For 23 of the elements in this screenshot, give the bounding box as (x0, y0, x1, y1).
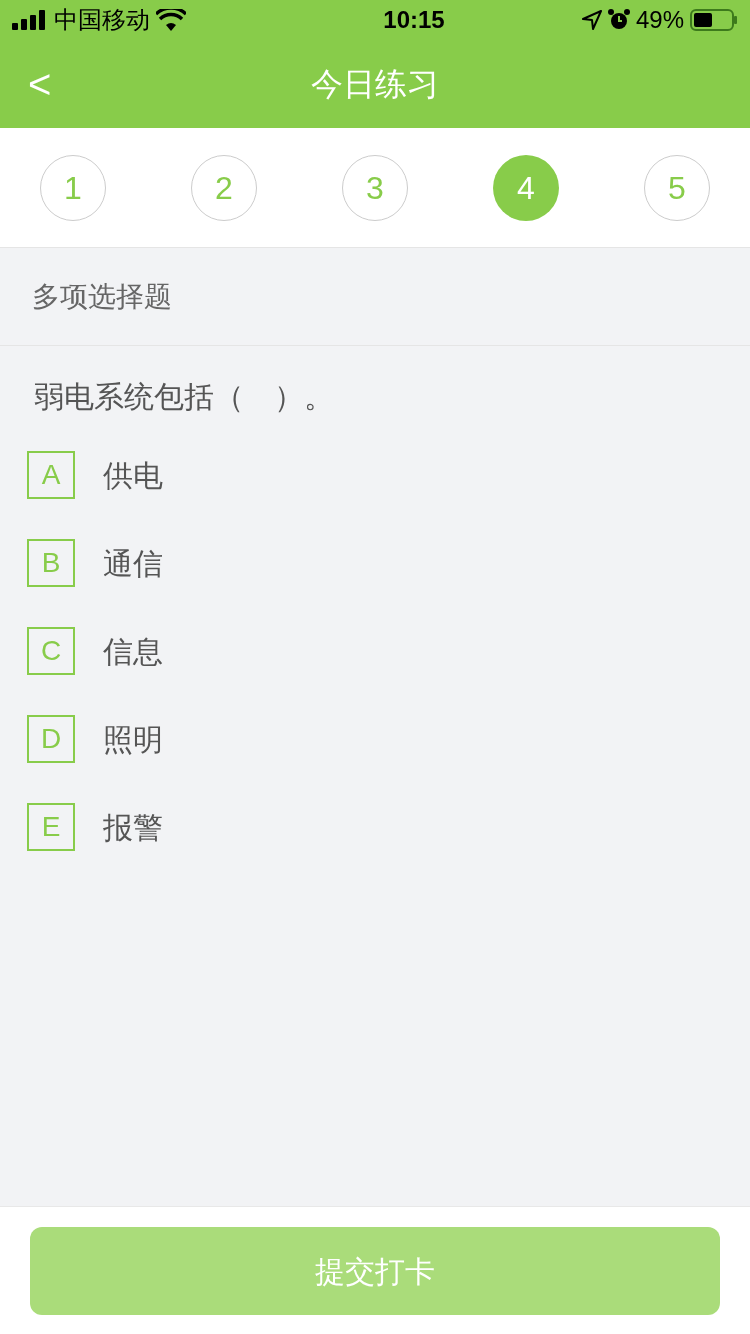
alarm-icon (607, 9, 630, 31)
question-type: 多项选择题 (32, 279, 172, 314)
option-letter[interactable]: E (27, 803, 75, 851)
option-text[interactable]: 供电 (103, 452, 163, 498)
carrier-name: 中国移动 (54, 5, 150, 35)
question-text: 弱电系统包括（ ）。 (34, 380, 334, 413)
question-number-tab[interactable]: 4 (493, 154, 559, 221)
status-time: 10:15 (383, 5, 445, 35)
signal-icon (12, 10, 48, 30)
page-title: 今日练习 (311, 65, 439, 104)
back-button[interactable]: < (24, 64, 56, 104)
option-text[interactable]: 报警 (103, 804, 163, 850)
option-text[interactable]: 通信 (103, 540, 163, 586)
location-icon (581, 10, 602, 30)
battery-percent: 49% (635, 5, 684, 35)
option-letter[interactable]: D (27, 715, 75, 763)
option-letter[interactable]: C (27, 627, 75, 675)
option-letter[interactable]: B (27, 539, 75, 587)
battery-icon (690, 9, 738, 31)
option-text[interactable]: 信息 (103, 628, 163, 674)
wifi-icon (156, 9, 186, 31)
option-text[interactable]: 照明 (103, 716, 163, 762)
option-letter[interactable]: A (27, 451, 75, 499)
